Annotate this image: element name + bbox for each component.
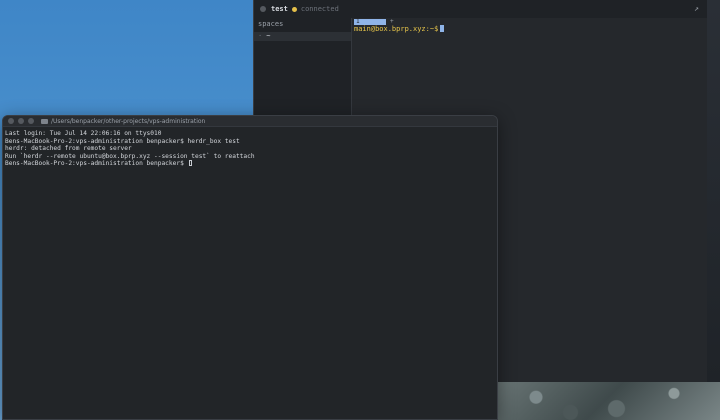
session-tab-test[interactable]: test <box>271 5 288 13</box>
minimize-button[interactable] <box>18 118 24 124</box>
terminal-prompt-line[interactable]: Bens-MacBook-Pro-2:vps-administration be… <box>5 160 495 168</box>
remote-cursor <box>440 25 445 32</box>
remote-prompt-text: main@box.bprp.xyz:~$ <box>354 25 439 33</box>
spaces-heading: spaces <box>258 20 284 28</box>
session-dot-icon <box>260 6 266 12</box>
remote-prompt[interactable]: main@box.bprp.xyz:~$ <box>354 25 707 34</box>
desktop-edge <box>707 0 720 382</box>
terminal-title: /Users/benpacker/other-projects/vps-admi… <box>51 117 206 125</box>
add-pane-button[interactable]: + <box>390 18 394 25</box>
space-marker: · <box>258 32 263 40</box>
terminal-line: Bens-MacBook-Pro-2:vps-administration be… <box>5 137 240 145</box>
close-button[interactable] <box>8 118 14 124</box>
connection-status-dot <box>291 6 297 12</box>
herdr-tab-bar: test connected ↗ <box>254 0 707 18</box>
terminal-line: herdr: detached from remote server <box>5 145 132 153</box>
space-item-home[interactable]: · ~ <box>254 32 351 41</box>
terminal-prompt: Bens-MacBook-Pro-2:vps-administration be… <box>5 160 188 168</box>
pane-tabs: 1 + <box>354 18 707 25</box>
terminal-cursor <box>188 160 192 167</box>
folder-icon <box>41 118 48 124</box>
desktop-wallpaper-rock <box>490 382 720 420</box>
terminal-title-bar[interactable]: /Users/benpacker/other-projects/vps-admi… <box>3 116 497 127</box>
zoom-button[interactable] <box>28 118 34 124</box>
space-item-label: ~ <box>266 32 271 40</box>
terminal-window[interactable]: /Users/benpacker/other-projects/vps-admi… <box>2 115 498 420</box>
pin-icon[interactable]: ↗ <box>694 4 699 13</box>
terminal-output[interactable]: Last login: Tue Jul 14 22:06:16 on ttys0… <box>3 127 497 168</box>
connection-status: connected <box>300 5 339 13</box>
terminal-line: Run `herdr --remote ubuntu@box.bprp.xyz … <box>5 152 255 160</box>
terminal-line: Last login: Tue Jul 14 22:06:16 on ttys0… <box>5 130 162 137</box>
pane-tab-1[interactable]: 1 <box>354 18 386 25</box>
